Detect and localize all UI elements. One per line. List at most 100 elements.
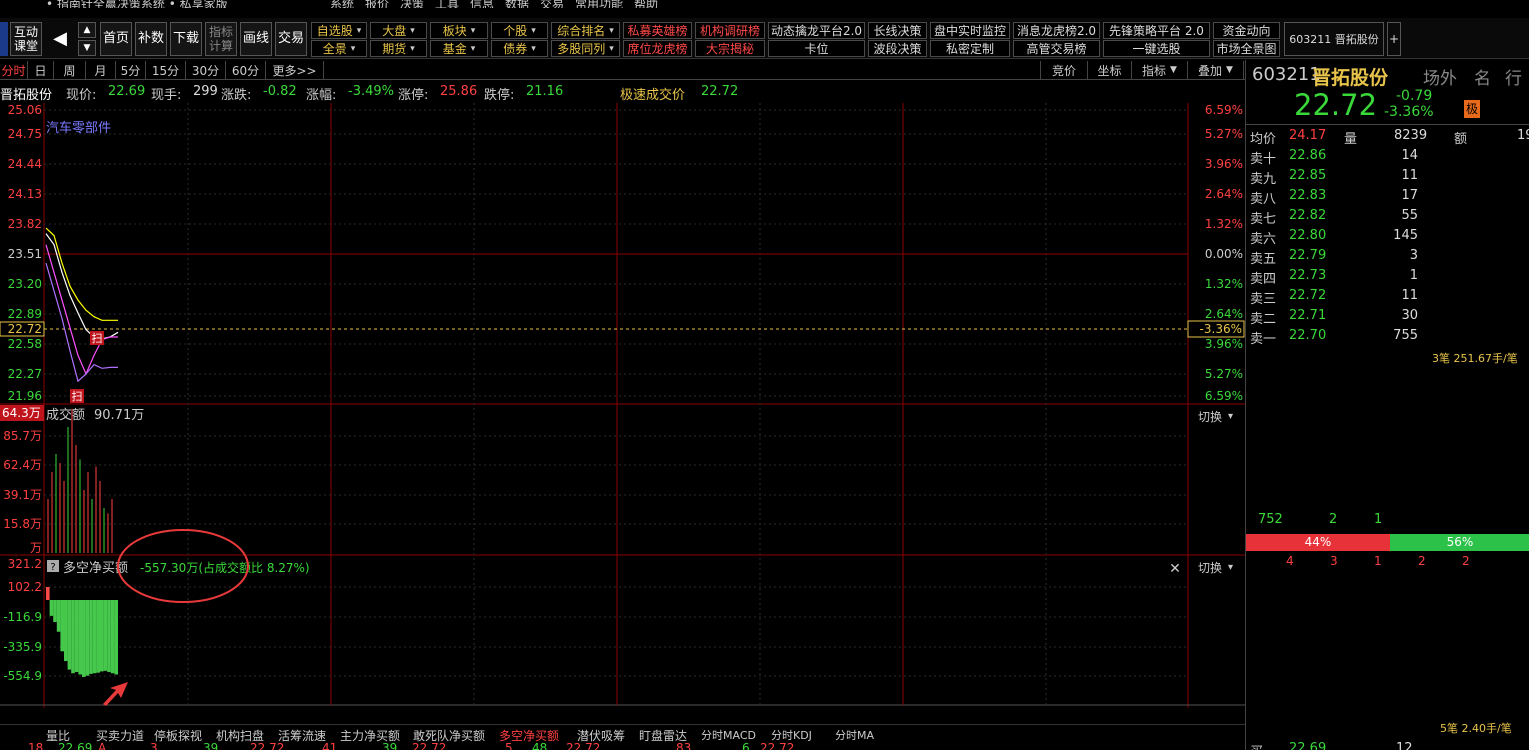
net-bar [107, 600, 111, 673]
toolbar-2-button-4[interactable]: 多股同列 [551, 40, 620, 57]
left-accent [0, 22, 8, 56]
toolbar-2-button-12[interactable]: 市场全景图 [1213, 40, 1280, 57]
net-axis-label: -335.9 [3, 640, 42, 654]
chevron-down-icon: ▼ [1170, 65, 1177, 75]
stock-tab[interactable]: 603211 晋拓股份 [1284, 22, 1384, 56]
offmarket-tag[interactable]: 场外 [1423, 64, 1457, 89]
tick-value: 3 [150, 742, 158, 750]
toolbar-1-button-2[interactable]: 板块 [430, 22, 488, 39]
toolbar-2-button-1[interactable]: 期货 [370, 40, 427, 57]
toolbar-1-button-6[interactable]: 机构调研榜 [695, 22, 765, 39]
toolbar-2-button-10[interactable]: 高管交易榜 [1013, 40, 1100, 57]
ask-level: 卖三 [1250, 292, 1277, 307]
ask-row[interactable]: 卖五 22.79 3 [1246, 246, 1529, 267]
tab-intraday[interactable]: 分时 [0, 61, 28, 79]
indicator-tab-12[interactable]: 分时MA [835, 727, 874, 743]
supplement-data-button[interactable]: 补数 [135, 22, 167, 56]
toolbar-2-button-0[interactable]: 全景 [311, 40, 367, 57]
toolbar-1-button-9[interactable]: 盘中实时监控 [930, 22, 1010, 39]
tab-more[interactable]: 更多>> [266, 61, 324, 79]
ask-row[interactable]: 卖八 22.83 17 [1246, 186, 1529, 207]
indicator-button[interactable]: 指标 ▼ [1132, 61, 1188, 79]
ask-row[interactable]: 卖四 22.73 1 [1246, 266, 1529, 287]
scroll-up-icon[interactable]: ▲ [78, 22, 96, 38]
menu-item-info[interactable]: 信息 [470, 0, 494, 8]
indicator-tab-10[interactable]: 分时MACD [701, 727, 756, 743]
tick-value: 39 [203, 742, 219, 750]
scroll-down-icon[interactable]: ▼ [78, 40, 96, 56]
menu-item-trade[interactable]: 交易 [540, 0, 564, 8]
tab-month[interactable]: 月 [86, 61, 116, 79]
menu-bar: • 指南针全赢决策系统 • 私享家版 系统 报价 决策 工具 信息 数据 交易 … [0, 0, 1529, 8]
toolbar-1-button-11[interactable]: 先锋策略平台 2.0 [1103, 22, 1210, 39]
toolbar-2-button-11[interactable]: 一键选股 [1103, 40, 1210, 57]
ask-row[interactable]: 卖七 22.82 55 [1246, 206, 1529, 227]
auction-button[interactable]: 竞价 [1040, 61, 1088, 79]
toolbar-1-button-1[interactable]: 大盘 [370, 22, 427, 39]
pct-axis-label: 3.96% [1205, 337, 1243, 351]
tab-week[interactable]: 周 [54, 61, 86, 79]
quote-change: -0.79 [1396, 88, 1433, 104]
fast-price-label: 极速成交价 [620, 88, 686, 103]
tab-60min[interactable]: 60分 [226, 61, 266, 79]
sell-ratio-bar: 56% [1390, 534, 1529, 551]
toolbar-2-button-7[interactable]: 卡位 [768, 40, 865, 57]
quote-price: 22.72 [1294, 88, 1378, 122]
back-arrow-icon[interactable]: ◀ [46, 22, 74, 56]
menu-item-tools[interactable]: 工具 [435, 0, 459, 8]
ask-row[interactable]: 卖九 22.85 11 [1246, 166, 1529, 187]
overlay-button[interactable]: 叠加 ▼ [1188, 61, 1244, 79]
ask-level: 卖四 [1250, 272, 1277, 287]
tick-value: 83 [676, 742, 692, 750]
menu-gap [0, 8, 1529, 18]
ask-row[interactable]: 卖一 22.70 755 [1246, 326, 1529, 347]
ask-row[interactable]: 卖三 22.72 11 [1246, 286, 1529, 307]
toolbar-1-button-8[interactable]: 长线决策 [868, 22, 927, 39]
ask-row[interactable]: 卖二 22.71 30 [1246, 306, 1529, 327]
ask-row[interactable]: 卖六 22.80 145 [1246, 226, 1529, 247]
tab-day[interactable]: 日 [28, 61, 54, 79]
tab-5min[interactable]: 5分 [116, 61, 146, 79]
menu-item-decision[interactable]: 决策 [400, 0, 424, 8]
menu-item-system[interactable]: 系统 [330, 0, 354, 8]
indicator-tab-11[interactable]: 分时KDJ [771, 727, 812, 743]
limit-up-label: 涨停: [398, 88, 429, 103]
coordinate-button[interactable]: 坐标 [1088, 61, 1132, 79]
add-tab-button[interactable]: + [1387, 22, 1401, 56]
toolbar-1-button-5[interactable]: 私募英雄榜 [623, 22, 692, 39]
industry-tag[interactable]: 行 [1505, 64, 1522, 89]
net-bar [85, 600, 90, 676]
toolbar-2-button-3[interactable]: 债券 [491, 40, 548, 57]
net-axis-label: 102.2 [8, 580, 42, 594]
indicator-calc-button[interactable]: 指标计算 [205, 22, 237, 56]
tab-30min[interactable]: 30分 [186, 61, 226, 79]
ask-row[interactable]: 卖十 22.86 14 [1246, 146, 1529, 167]
menu-item-quote[interactable]: 报价 [365, 0, 389, 8]
draw-line-button[interactable]: 画线 [240, 22, 272, 56]
home-button[interactable]: 首页 [100, 22, 132, 56]
toolbar-1-button-0[interactable]: 自选股 [311, 22, 367, 39]
toolbar-2-button-8[interactable]: 波段决策 [868, 40, 927, 57]
indicator-label: 指标 [1142, 63, 1167, 78]
toolbar-2-button-2[interactable]: 基金 [430, 40, 488, 57]
toolbar-1-button-3[interactable]: 个股 [491, 22, 548, 39]
price-axis-label: 22.58 [8, 337, 42, 351]
interactive-class-button[interactable]: 互动课堂 [10, 22, 42, 56]
tab-15min[interactable]: 15分 [146, 61, 186, 79]
toolbar-2-button-5[interactable]: 席位龙虎榜 [623, 40, 692, 57]
toolbar-1-button-4[interactable]: 综合排名 [551, 22, 620, 39]
toolbar-1-button-7[interactable]: 动态擒龙平台2.0 [768, 22, 865, 39]
toolbar-1-button-12[interactable]: 资金动向 [1213, 22, 1280, 39]
stock-name: 晋拓股份 [0, 88, 53, 103]
toolbar-1-button-10[interactable]: 消息龙虎榜2.0 [1013, 22, 1100, 39]
app-title: • 指南针全赢决策系统 • 私享家版 [46, 0, 228, 8]
menu-item-help[interactable]: 帮助 [634, 0, 658, 8]
toolbar-2-button-6[interactable]: 大宗揭秘 [695, 40, 765, 57]
trade-button[interactable]: 交易 [275, 22, 307, 56]
toolbar-2-button-9[interactable]: 私密定制 [930, 40, 1010, 57]
name-tag[interactable]: 名 [1474, 64, 1491, 89]
menu-item-data[interactable]: 数据 [505, 0, 529, 8]
menu-item-common[interactable]: 常用功能 [575, 0, 623, 8]
net-axis-label: -116.9 [3, 610, 42, 624]
download-button[interactable]: 下载 [170, 22, 202, 56]
